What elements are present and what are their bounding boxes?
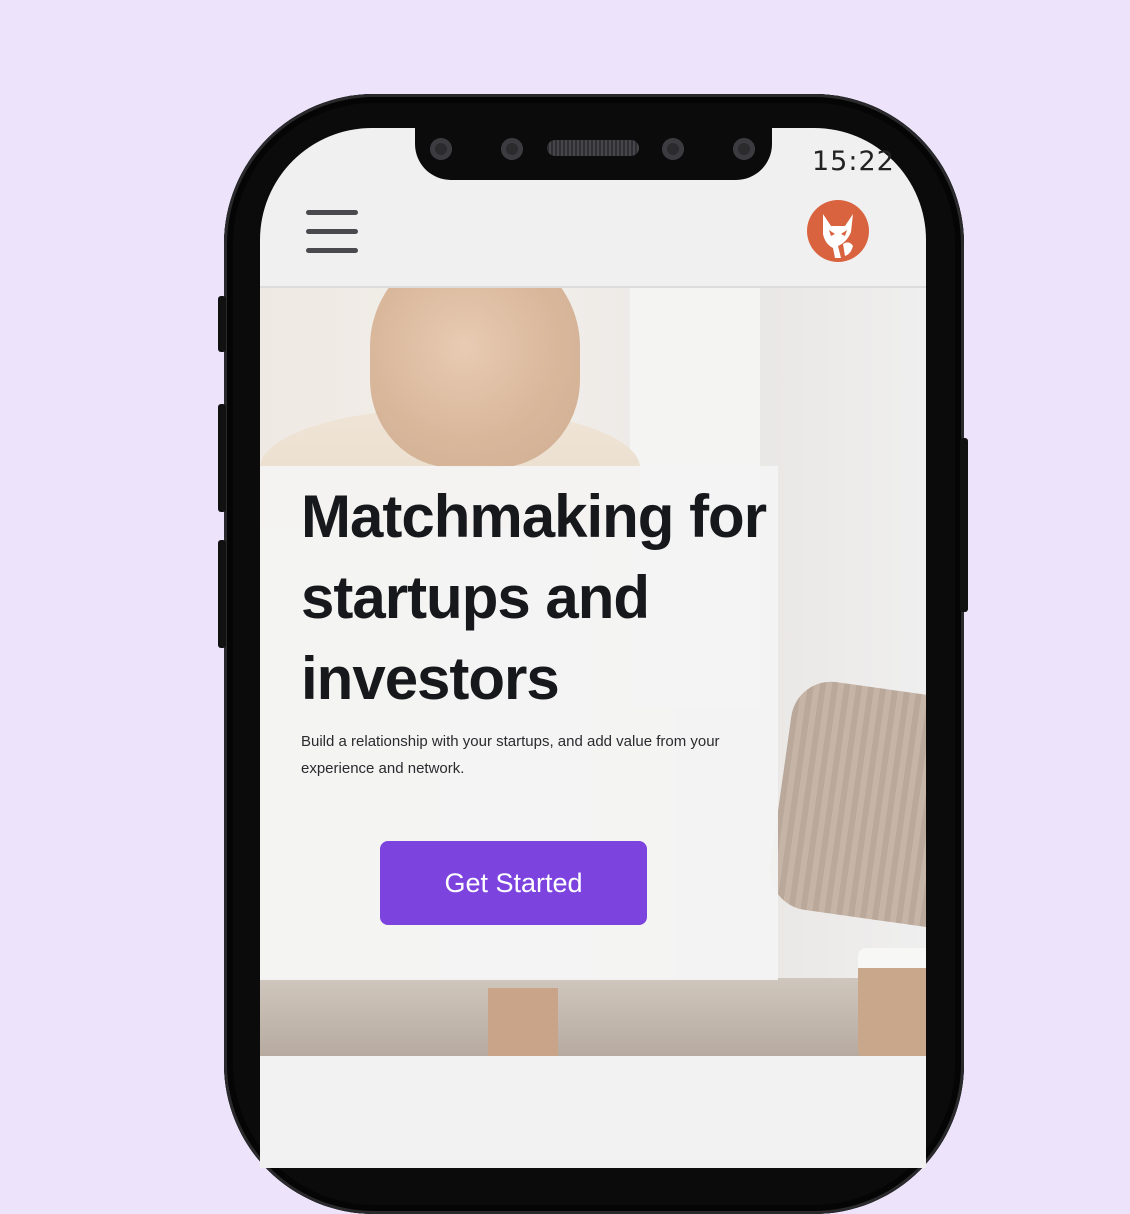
volume-up-button bbox=[218, 404, 226, 512]
fox-logo-icon[interactable] bbox=[807, 200, 869, 262]
front-camera-icon bbox=[733, 138, 755, 160]
status-time: 15:22 bbox=[812, 146, 895, 177]
hero-headline: Matchmaking for startups and investors bbox=[301, 483, 767, 712]
get-started-button[interactable]: Get Started bbox=[380, 841, 647, 925]
phone-notch bbox=[415, 118, 772, 180]
speaker-grille bbox=[547, 140, 639, 156]
header-divider bbox=[260, 286, 926, 288]
sensor-icon bbox=[430, 138, 452, 160]
hero-subtext: Build a relationship with your startups,… bbox=[301, 733, 720, 777]
sensor-icon bbox=[662, 138, 684, 160]
next-section bbox=[260, 1056, 926, 1160]
power-button bbox=[960, 438, 968, 612]
volume-down-button bbox=[218, 540, 226, 648]
sensor-icon bbox=[501, 138, 523, 160]
hamburger-menu-icon[interactable] bbox=[306, 210, 358, 254]
mute-switch bbox=[218, 296, 226, 352]
